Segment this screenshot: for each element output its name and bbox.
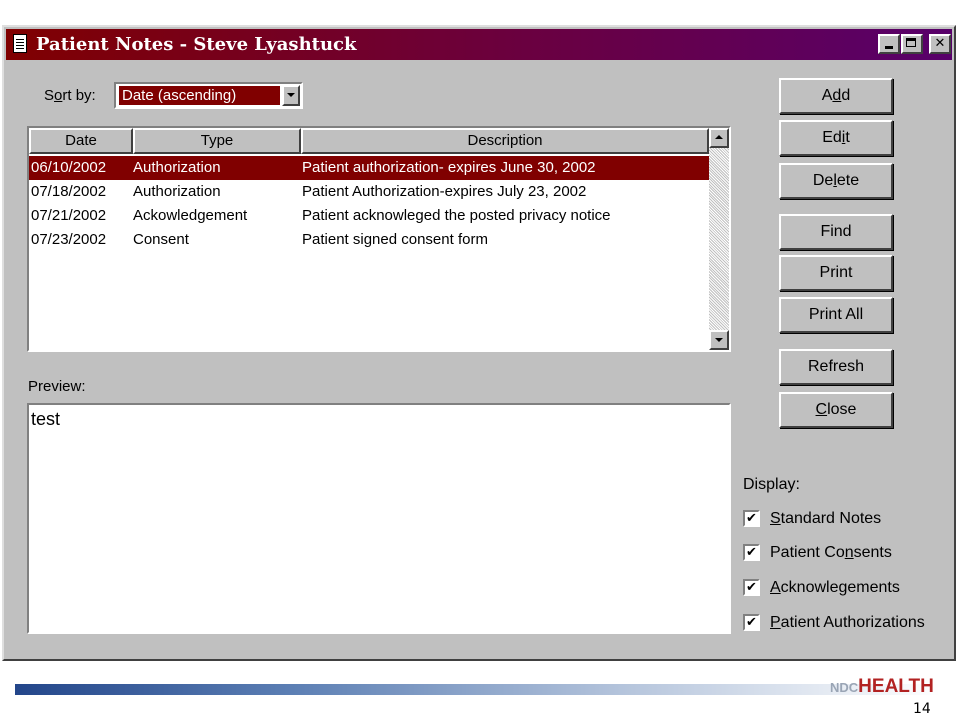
cell-type: Authorization bbox=[133, 159, 221, 176]
cell-date: 07/18/2002 bbox=[31, 183, 107, 200]
checkbox-check-icon[interactable]: ✔ bbox=[743, 614, 760, 631]
column-header-type[interactable]: Type bbox=[133, 128, 301, 154]
chevron-up-icon bbox=[715, 135, 723, 139]
column-header-description[interactable]: Description bbox=[301, 128, 709, 154]
checkbox-check-icon[interactable]: ✔ bbox=[743, 544, 760, 561]
delete-button[interactable]: Delete bbox=[779, 163, 893, 199]
checkbox-patient-authorizations[interactable]: ✔ Patient Authorizations bbox=[743, 612, 925, 634]
refresh-button[interactable]: Refresh bbox=[779, 349, 893, 385]
list-item[interactable]: 07/23/2002 Consent Patient signed consen… bbox=[29, 228, 711, 252]
maximize-icon bbox=[906, 38, 916, 47]
page-number: 14 bbox=[913, 701, 931, 717]
edit-button[interactable]: Edit bbox=[779, 120, 893, 156]
print-button[interactable]: Print bbox=[779, 255, 893, 291]
window-title: Patient Notes - Steve Lyashtuck bbox=[36, 34, 357, 55]
cell-description: Patient authorization- expires June 30, … bbox=[302, 159, 596, 176]
cell-description: Patient acknowleged the posted privacy n… bbox=[302, 207, 611, 224]
notes-list[interactable]: Date Type Description 06/10/2002 Authori… bbox=[27, 126, 731, 352]
list-item[interactable]: 07/18/2002 Authorization Patient Authori… bbox=[29, 180, 711, 204]
sort-by-label: Sort by: bbox=[44, 87, 96, 104]
cell-date: 07/21/2002 bbox=[31, 207, 107, 224]
minimize-icon bbox=[885, 46, 893, 49]
column-header-date[interactable]: Date bbox=[29, 128, 133, 154]
find-button[interactable]: Find bbox=[779, 214, 893, 250]
add-button[interactable]: Add bbox=[779, 78, 893, 114]
dropdown-arrow-button[interactable] bbox=[282, 85, 300, 106]
close-icon: ✕ bbox=[934, 36, 946, 51]
cell-description: Patient signed consent form bbox=[302, 231, 488, 248]
scroll-down-button[interactable] bbox=[709, 330, 729, 350]
cell-date: 06/10/2002 bbox=[31, 159, 107, 176]
checkbox-label: Patient Authorizations bbox=[770, 614, 925, 631]
list-item[interactable]: 06/10/2002 Authorization Patient authori… bbox=[29, 156, 711, 180]
checkbox-standard-notes[interactable]: ✔ Standard Notes bbox=[743, 508, 923, 530]
preview-label: Preview: bbox=[28, 378, 86, 395]
checkbox-patient-consents[interactable]: ✔ Patient Consents bbox=[743, 542, 923, 564]
maximize-button[interactable] bbox=[901, 34, 923, 54]
cell-date: 07/23/2002 bbox=[31, 231, 107, 248]
footer-gradient-bar bbox=[15, 684, 940, 695]
checkbox-label: Patient Consents bbox=[770, 544, 892, 561]
logo-health-text: HEALTH bbox=[858, 676, 934, 697]
document-icon bbox=[13, 34, 27, 53]
cell-type: Consent bbox=[133, 231, 189, 248]
list-scrollbar[interactable] bbox=[709, 128, 729, 350]
chevron-down-icon bbox=[287, 93, 295, 97]
cell-description: Patient Authorization-expires July 23, 2… bbox=[302, 183, 587, 200]
cell-type: Authorization bbox=[133, 183, 221, 200]
logo-ndc-text: NDC bbox=[830, 680, 859, 695]
sort-by-dropdown[interactable]: Date (ascending) bbox=[114, 82, 303, 109]
checkbox-check-icon[interactable]: ✔ bbox=[743, 579, 760, 596]
close-window-button[interactable]: ✕ bbox=[929, 34, 951, 54]
display-label: Display: bbox=[743, 476, 800, 493]
title-bar[interactable]: Patient Notes - Steve Lyashtuck ✕ bbox=[6, 29, 952, 60]
print-all-button[interactable]: Print All bbox=[779, 297, 893, 333]
list-item[interactable]: 07/21/2002 Ackowledgement Patient acknow… bbox=[29, 204, 711, 228]
ndc-health-logo: NDCHEALTH bbox=[830, 676, 934, 698]
minimize-button[interactable] bbox=[878, 34, 900, 54]
close-button[interactable]: Close bbox=[779, 392, 893, 428]
chevron-down-icon bbox=[715, 338, 723, 342]
checkbox-label: Standard Notes bbox=[770, 510, 882, 527]
cell-type: Ackowledgement bbox=[133, 207, 248, 224]
scroll-up-button[interactable] bbox=[709, 128, 729, 148]
checkbox-label: Acknowlegements bbox=[770, 579, 900, 596]
sort-by-selected-value: Date (ascending) bbox=[118, 85, 281, 106]
preview-textarea[interactable]: test bbox=[27, 403, 731, 634]
checkbox-check-icon[interactable]: ✔ bbox=[743, 510, 760, 527]
checkbox-acknowlegements[interactable]: ✔ Acknowlegements bbox=[743, 577, 923, 599]
